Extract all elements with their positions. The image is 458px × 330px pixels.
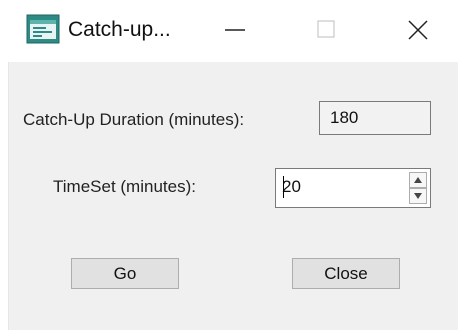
minimize-icon (210, 29, 260, 54)
dialog-body: Catch-Up Duration (minutes): 180 TimeSet… (8, 62, 458, 330)
timeset-value[interactable]: 20 (282, 172, 301, 202)
catch-up-duration-field: 180 (319, 101, 431, 135)
maximize-button[interactable] (302, 10, 352, 50)
go-button[interactable]: Go (71, 258, 179, 289)
spinner-down-button[interactable] (409, 188, 427, 204)
app-window-icon (26, 14, 60, 44)
timeset-spinner[interactable]: 20 (275, 168, 431, 208)
catch-up-duration-label: Catch-Up Duration (minutes): (23, 110, 245, 129)
close-window-button[interactable] (392, 10, 442, 50)
text-caret (283, 176, 284, 198)
spinner-up-button[interactable] (409, 172, 427, 188)
timeset-label: TimeSet (minutes): (53, 177, 196, 196)
maximize-icon (302, 20, 352, 54)
title-bar[interactable]: Catch-up... (0, 0, 458, 62)
spinner-buttons (409, 172, 427, 204)
window-title: Catch-up... (68, 18, 171, 41)
catch-up-duration-value: 180 (330, 108, 359, 127)
close-button[interactable]: Close (292, 258, 400, 289)
minimize-button[interactable] (210, 10, 260, 50)
close-icon (392, 20, 442, 54)
dialog-window: Catch-up... Catch-Up Duration (minutes):… (0, 0, 458, 330)
